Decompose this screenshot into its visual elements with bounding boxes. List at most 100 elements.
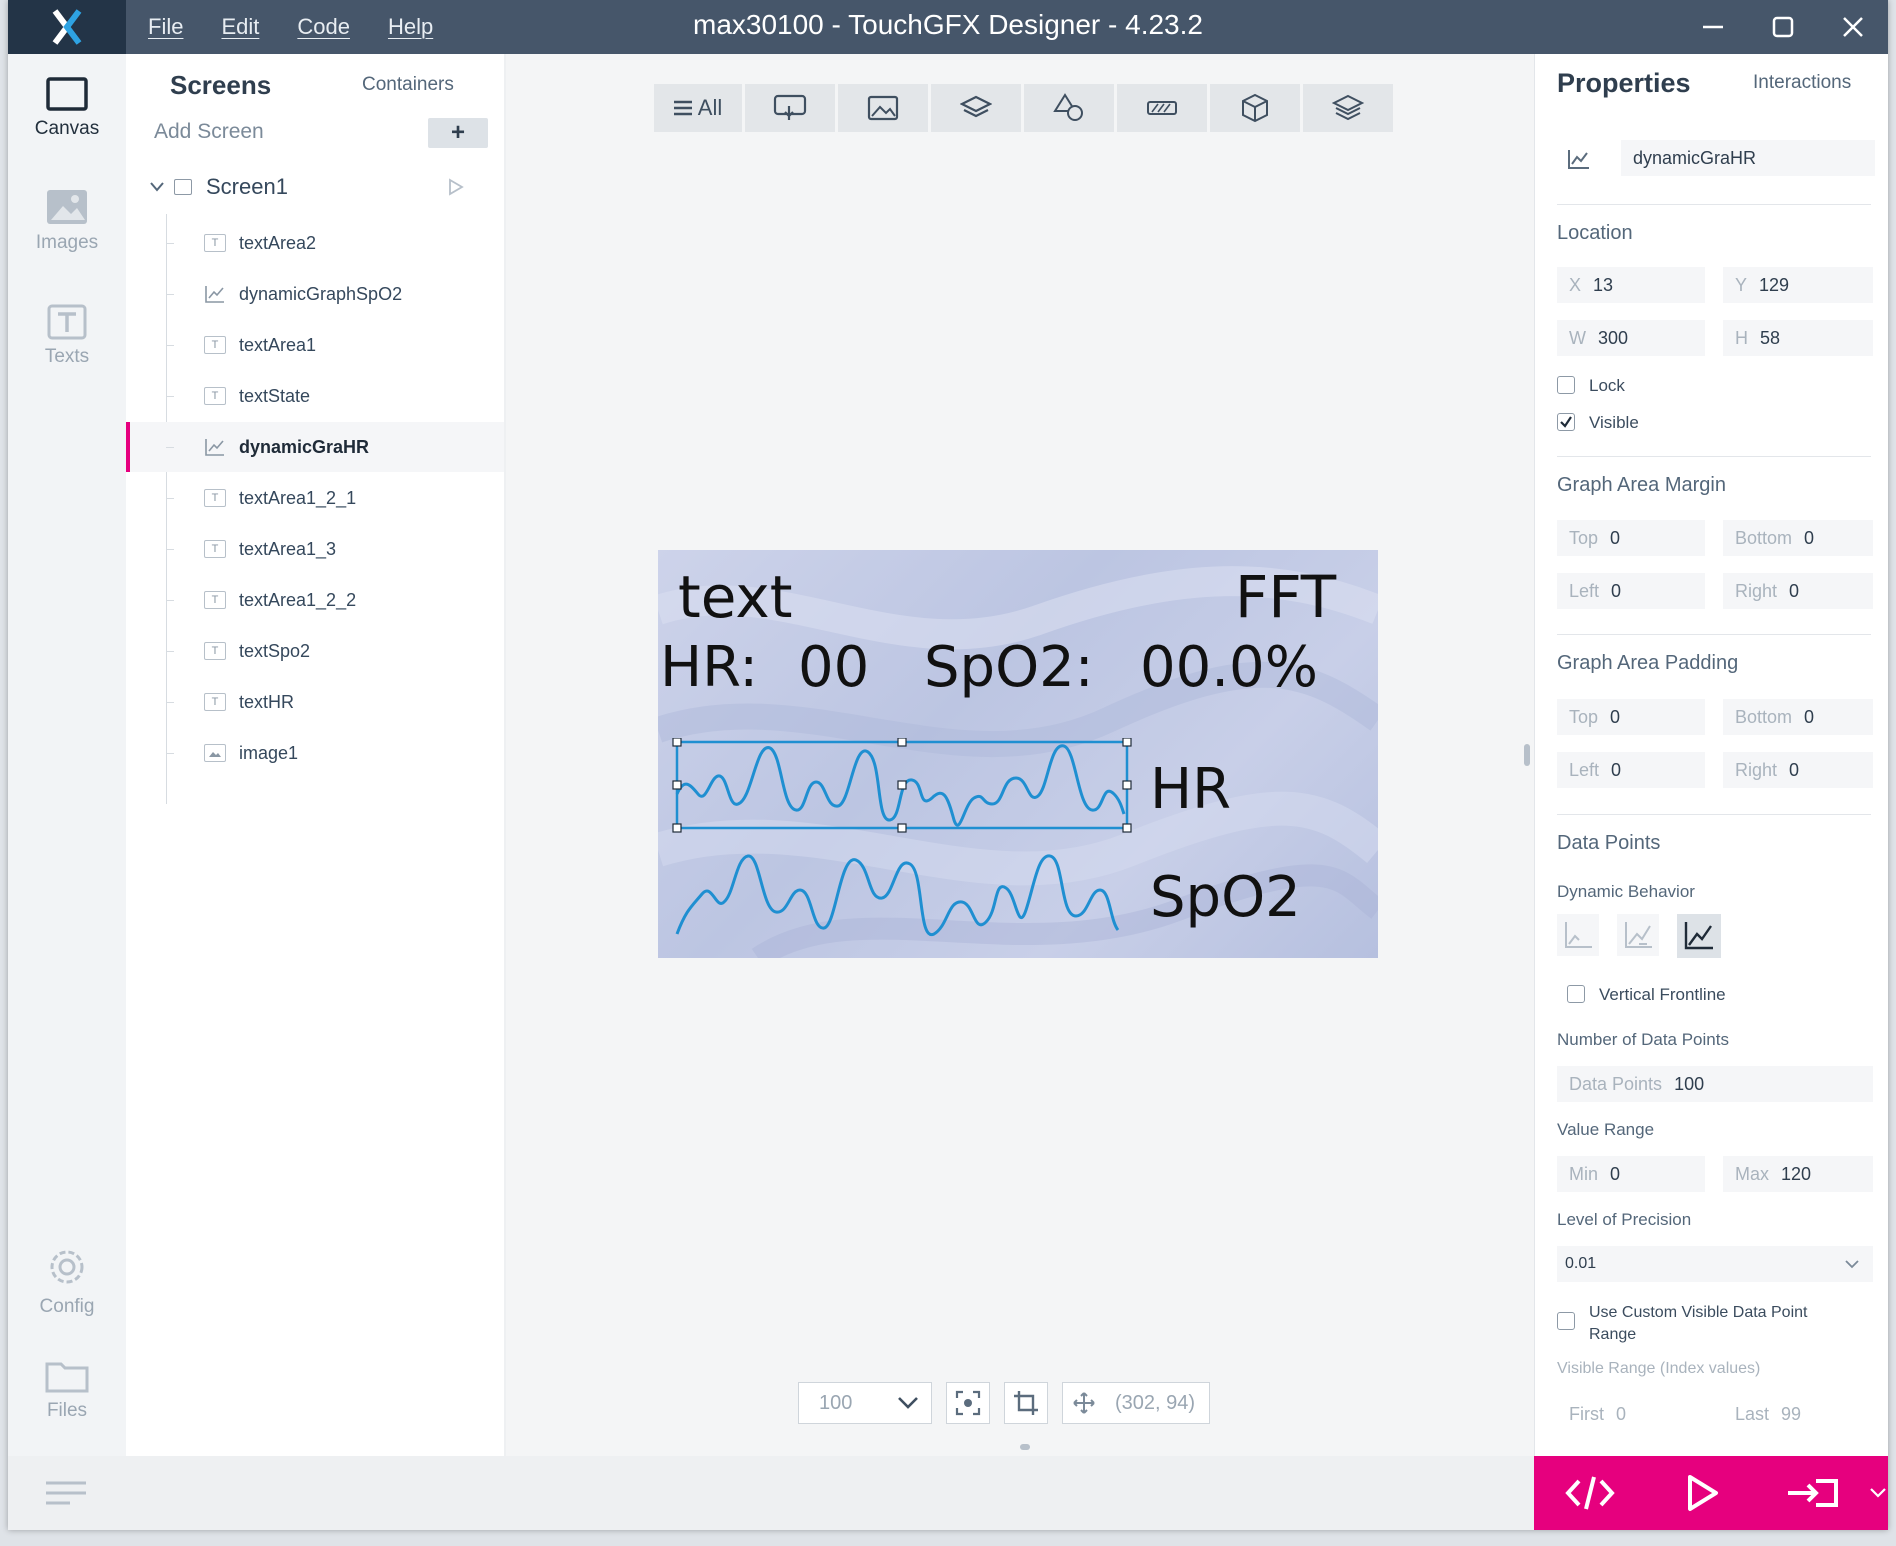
screen-spo2-graph-label[interactable]: SpO2 xyxy=(1150,870,1301,926)
widget-row[interactable]: TtextState xyxy=(126,371,504,421)
graph-wrap-icon xyxy=(1565,922,1592,948)
widget-name: textArea1 xyxy=(239,334,317,355)
screen-spo2-label[interactable]: SpO2: xyxy=(924,640,1094,696)
chevron-down-icon[interactable] xyxy=(1870,1488,1886,1498)
device-screen-preview[interactable]: text FFT HR: 00 SpO2: 00.0% HR SpO2 xyxy=(658,550,1378,958)
rail-canvas[interactable]: Canvas xyxy=(8,76,126,140)
rail-images[interactable]: Images xyxy=(8,188,126,254)
vertical-frontline-checkbox[interactable] xyxy=(1567,985,1585,1003)
lock-checkbox[interactable] xyxy=(1557,376,1575,394)
menu-help[interactable]: Help xyxy=(388,14,433,40)
maximize-button[interactable] xyxy=(1748,0,1818,54)
max-label: Max xyxy=(1735,1163,1770,1184)
screen-spo2-value[interactable]: 00.0% xyxy=(1140,640,1318,696)
margin-top-field[interactable]: Top 0 xyxy=(1557,520,1705,556)
padding-left-field[interactable]: Left 0 xyxy=(1557,752,1705,788)
min-field[interactable]: Min 0 xyxy=(1557,1156,1705,1192)
rail-texts[interactable]: Texts xyxy=(8,304,126,368)
tab-screens[interactable]: Screens xyxy=(170,70,271,101)
widget-row[interactable]: TtextArea1_2_2 xyxy=(126,575,504,625)
padding-bottom-field[interactable]: Bottom 0 xyxy=(1723,699,1873,735)
rail-texts-label: Texts xyxy=(44,346,90,367)
chevron-down-icon[interactable] xyxy=(150,182,164,192)
tab-interactions[interactable]: Interactions xyxy=(1753,72,1851,94)
folder-icon xyxy=(45,1362,89,1393)
behavior-wrap-clear-button[interactable] xyxy=(1677,914,1721,958)
screen-row[interactable]: Screen1 xyxy=(126,162,504,212)
screen-hr-graph-label[interactable]: HR xyxy=(1150,762,1231,818)
resize-handles[interactable] xyxy=(672,738,1132,833)
play-screen-icon[interactable] xyxy=(448,178,464,196)
h-field[interactable]: H 58 xyxy=(1723,320,1873,356)
precision-select[interactable]: 0.01 xyxy=(1557,1246,1873,1282)
panel-resize-handle[interactable] xyxy=(1524,744,1530,766)
widget-row[interactable]: dynamicGraHR xyxy=(126,422,504,472)
spo2-dynamic-graph[interactable] xyxy=(672,850,1132,946)
crop-button[interactable] xyxy=(1004,1382,1048,1424)
widget-row[interactable]: TtextArea2 xyxy=(126,218,504,268)
behavior-scroll-button[interactable] xyxy=(1617,914,1659,956)
widget-row[interactable]: image1 xyxy=(126,728,504,778)
run-target-button[interactable] xyxy=(1758,1456,1870,1530)
filter-containers-button[interactable] xyxy=(931,84,1021,132)
rail-files[interactable]: Files xyxy=(8,1356,126,1422)
widget-row[interactable]: dynamicGraphSpO2 xyxy=(126,269,504,319)
screen-hr-label[interactable]: HR: xyxy=(660,640,758,696)
behavior-wrap-button[interactable] xyxy=(1557,914,1599,956)
margin-bottom-value: 0 xyxy=(1804,527,1815,548)
padding-top-field[interactable]: Top 0 xyxy=(1557,699,1705,735)
filter-images-button[interactable] xyxy=(838,84,928,132)
y-field[interactable]: Y 129 xyxy=(1723,267,1873,303)
screen-hr-value[interactable]: 00 xyxy=(798,640,869,696)
max-field[interactable]: Max 120 xyxy=(1723,1156,1873,1192)
minimize-button[interactable] xyxy=(1678,0,1748,54)
filter-all-button[interactable]: All xyxy=(654,84,742,132)
data-points-field[interactable]: Data Points 100 xyxy=(1557,1066,1873,1102)
screens-panel: Screens Containers Add Screen + Screen1 … xyxy=(126,54,507,1456)
menu-file[interactable]: File xyxy=(148,14,183,40)
text-widget-icon: T xyxy=(204,387,226,405)
menu-edit[interactable]: Edit xyxy=(221,14,259,40)
tab-containers[interactable]: Containers xyxy=(362,74,454,96)
menu-code[interactable]: Code xyxy=(297,14,350,40)
tab-properties[interactable]: Properties xyxy=(1557,68,1691,99)
margin-right-field[interactable]: Right 0 xyxy=(1723,573,1873,609)
hr-dynamic-graph[interactable] xyxy=(672,738,1132,834)
filter-3d-button[interactable] xyxy=(1210,84,1300,132)
widget-row[interactable]: TtextSpo2 xyxy=(126,626,504,676)
focus-icon xyxy=(955,1390,981,1416)
x-field[interactable]: X 13 xyxy=(1557,267,1705,303)
w-label: W xyxy=(1569,327,1586,348)
close-button[interactable] xyxy=(1818,0,1888,54)
widget-row[interactable]: TtextHR xyxy=(126,677,504,727)
zoom-select[interactable]: 100 xyxy=(798,1382,932,1424)
widget-name-field[interactable]: dynamicGraHR xyxy=(1621,140,1875,176)
run-simulator-button[interactable] xyxy=(1646,1456,1758,1530)
screen-text-area2[interactable]: text xyxy=(678,568,792,626)
widget-row[interactable]: TtextArea1_3 xyxy=(126,524,504,574)
w-field[interactable]: W 300 xyxy=(1557,320,1705,356)
screen-text-fft[interactable]: FFT xyxy=(1235,568,1336,626)
scroll-indicator[interactable] xyxy=(1020,1444,1030,1450)
generate-code-button[interactable] xyxy=(1534,1456,1646,1530)
fit-screen-button[interactable] xyxy=(946,1382,990,1424)
filter-misc-button[interactable] xyxy=(1303,84,1393,132)
custom-range-checkbox[interactable] xyxy=(1557,1312,1575,1330)
filter-shapes-button[interactable] xyxy=(1024,84,1114,132)
h-label: H xyxy=(1735,327,1748,348)
widget-row[interactable]: TtextArea1_2_1 xyxy=(126,473,504,523)
filter-progress-button[interactable] xyxy=(1117,84,1207,132)
padding-right-field[interactable]: Right 0 xyxy=(1723,752,1873,788)
flash-target-icon xyxy=(1788,1479,1838,1507)
rail-config[interactable]: Config xyxy=(8,1244,126,1318)
divider xyxy=(1557,204,1871,205)
margin-left-field[interactable]: Left 0 xyxy=(1557,573,1705,609)
visible-checkbox[interactable] xyxy=(1557,413,1575,431)
widget-row[interactable]: TtextArea1 xyxy=(126,320,504,370)
margin-top-label: Top xyxy=(1569,527,1599,548)
add-screen-button[interactable]: + xyxy=(428,118,488,148)
filter-interaction-button[interactable] xyxy=(745,84,835,132)
touchgfx-logo[interactable] xyxy=(8,0,126,54)
margin-bottom-field[interactable]: Bottom 0 xyxy=(1723,520,1873,556)
menu-lines-icon[interactable] xyxy=(46,1480,86,1506)
